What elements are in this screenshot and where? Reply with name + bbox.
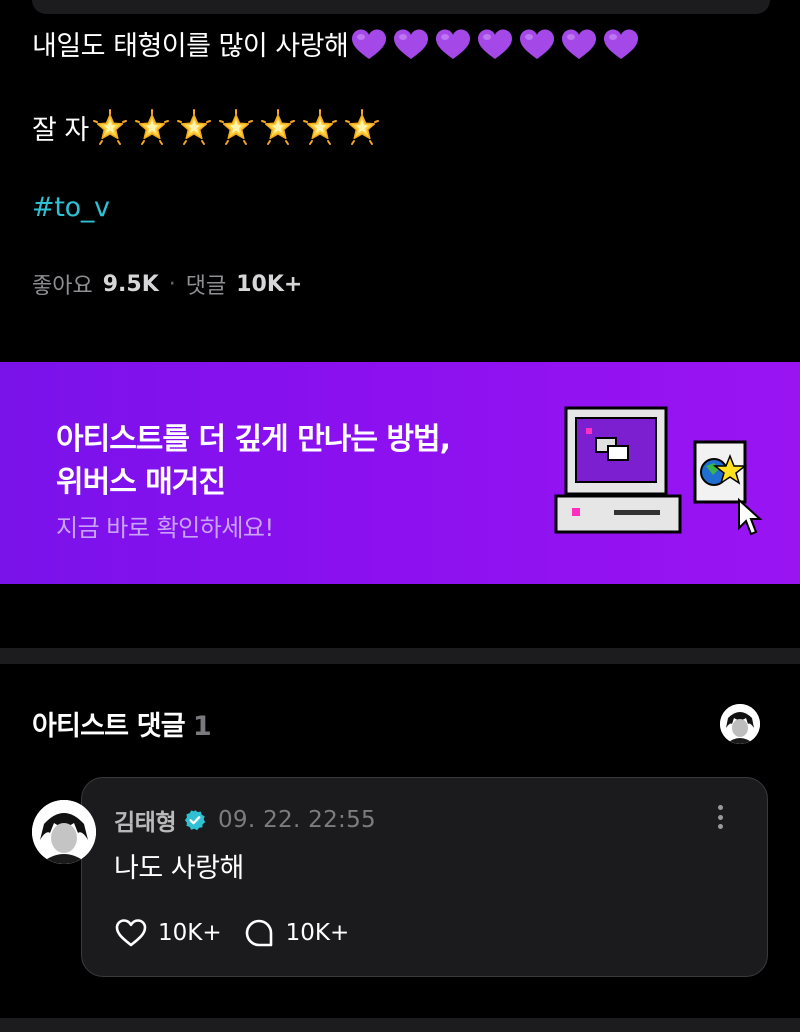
verified-badge-icon bbox=[184, 810, 206, 831]
banner-title-line-2: 위버스 매거진 bbox=[56, 465, 226, 500]
purple-heart-emoji bbox=[436, 29, 471, 59]
artist-photo-icon bbox=[720, 704, 760, 744]
glowing-star-emoji bbox=[134, 108, 169, 145]
banner-subtitle: 지금 바로 확인하세요! bbox=[56, 514, 274, 542]
banner-title-line-1: 아티스트를 더 깊게 만나는 방법, bbox=[56, 422, 451, 457]
comment-actions: 10K+ 10K+ bbox=[114, 916, 369, 950]
glowing-star-emoji bbox=[302, 108, 337, 145]
comment-author-name[interactable]: 김태형 bbox=[114, 803, 176, 837]
hashtag-link[interactable]: #to_v bbox=[32, 192, 110, 223]
purple-heart-emoji bbox=[478, 29, 513, 59]
next-section-edge bbox=[0, 1018, 800, 1032]
post-text-line-2-text: 잘 자 bbox=[32, 115, 89, 146]
purple-heart-emoji bbox=[352, 29, 387, 59]
comments-label: 댓글 bbox=[185, 274, 227, 299]
comment-like-count: 10K+ bbox=[158, 920, 222, 946]
purple-heart-emoji-row bbox=[350, 27, 640, 61]
comment-author-avatar[interactable] bbox=[32, 800, 96, 864]
glowing-star-emoji bbox=[218, 108, 253, 145]
glowing-star-emoji bbox=[176, 108, 211, 145]
comment-reply-count: 10K+ bbox=[285, 920, 350, 946]
speech-bubble-icon bbox=[245, 919, 272, 947]
artist-comments-title: 아티스트 댓글 bbox=[32, 711, 186, 742]
glowing-star-emoji bbox=[92, 108, 127, 145]
post-text-line-1-text: 내일도 태형이를 많이 사랑해 bbox=[32, 31, 349, 62]
heart-outline-icon bbox=[115, 919, 147, 947]
purple-heart-emoji bbox=[562, 29, 597, 59]
post-text-line-1: 내일도 태형이를 많이 사랑해 bbox=[32, 24, 640, 63]
comment-author-row: 김태형 09. 22. 22:55 bbox=[114, 803, 376, 837]
purple-heart-emoji bbox=[604, 29, 639, 59]
comment-reply-button[interactable]: 10K+ bbox=[242, 916, 370, 950]
artist-comments-header: 아티스트 댓글 1 bbox=[32, 704, 212, 743]
likes-count[interactable]: 9.5K bbox=[103, 272, 159, 297]
section-divider bbox=[0, 648, 800, 664]
likes-label: 좋아요 bbox=[32, 274, 93, 299]
glowing-star-emoji bbox=[260, 108, 295, 145]
comments-count[interactable]: 10K+ bbox=[236, 272, 302, 297]
previous-card-edge bbox=[32, 0, 770, 14]
glowing-star-emoji bbox=[344, 108, 379, 145]
more-options-icon[interactable] bbox=[708, 801, 732, 833]
retro-computer-illustration bbox=[554, 406, 763, 536]
artist-photo-icon bbox=[32, 800, 96, 864]
post-text-line-2: 잘 자 bbox=[32, 108, 381, 147]
glowing-star-emoji-row bbox=[91, 108, 381, 147]
comment-timestamp: 09. 22. 22:55 bbox=[217, 807, 376, 833]
purple-heart-emoji bbox=[394, 29, 429, 59]
post-stats: 좋아요 9.5K · 댓글 10K+ bbox=[32, 268, 302, 300]
purple-heart-emoji bbox=[520, 29, 555, 59]
artist-avatar-small[interactable] bbox=[720, 704, 760, 744]
stats-separator: · bbox=[168, 271, 176, 297]
comment-text: 나도 사랑해 bbox=[114, 853, 244, 884]
comment-like-button[interactable]: 10K+ bbox=[114, 916, 242, 950]
artist-comments-count: 1 bbox=[192, 711, 212, 742]
